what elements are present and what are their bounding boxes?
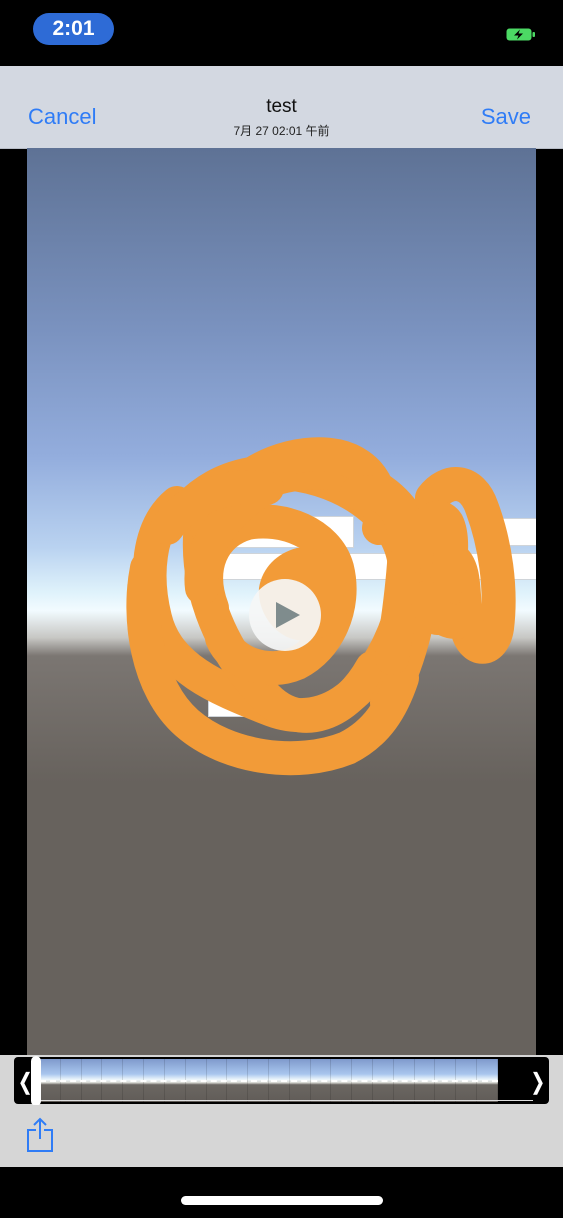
chevron-right-icon[interactable]: ❭ — [529, 1069, 547, 1095]
play-icon — [276, 602, 300, 628]
page-title: test — [266, 96, 297, 117]
status-bar: 2:01 — [0, 0, 563, 66]
navigation-bar: Cancel test 7月 27 02:01 午前 Save — [0, 66, 563, 149]
trim-baseline — [40, 1100, 533, 1101]
trim-track — [40, 1080, 498, 1086]
battery-charging-icon — [506, 28, 535, 41]
playhead-handle[interactable] — [31, 1056, 41, 1106]
save-button[interactable]: Save — [481, 104, 531, 130]
date-subtitle: 7月 27 02:01 午前 — [233, 124, 330, 138]
play-button[interactable] — [249, 579, 321, 651]
share-icon[interactable] — [26, 1117, 54, 1153]
home-indicator[interactable] — [181, 1196, 383, 1205]
bottom-toolbar — [0, 1105, 563, 1167]
status-time: 2:01 — [33, 13, 114, 45]
video-preview[interactable] — [27, 148, 536, 1055]
